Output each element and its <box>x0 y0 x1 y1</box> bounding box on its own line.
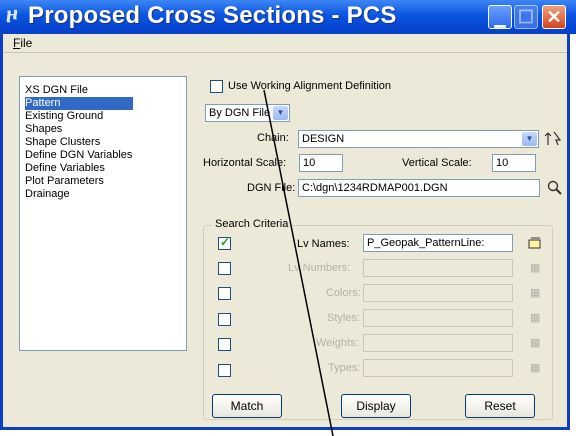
annotation-pointer-line <box>263 89 334 436</box>
